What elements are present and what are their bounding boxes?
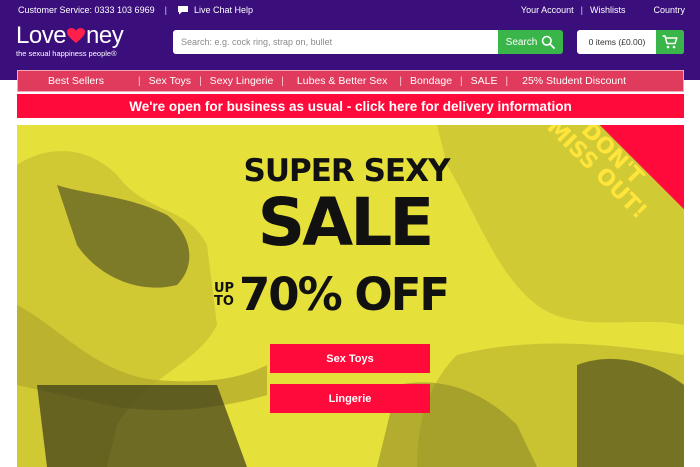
- shopping-cart-icon: [662, 35, 678, 49]
- utility-links-left: Customer Service: 0333 103 6969 | Live C…: [18, 5, 253, 15]
- divider: |: [505, 75, 509, 87]
- divider: |: [460, 75, 463, 87]
- wishlists-link[interactable]: Wishlists: [590, 5, 626, 15]
- upto-line-2: TO: [214, 293, 234, 309]
- live-chat-link[interactable]: Live Chat Help: [177, 5, 253, 15]
- divider: |: [281, 75, 284, 87]
- discount-amount: 70% OFF: [239, 268, 450, 321]
- discount-line: UP TO 70% OFF: [213, 268, 450, 321]
- category-nav: Best Sellers | Sex Toys | Sexy Lingerie …: [17, 70, 684, 92]
- search-bar: Search: [173, 30, 563, 54]
- upto-line-1: UP: [213, 280, 235, 296]
- sale-hero-banner[interactable]: SUPER SEXY SALE UP TO 70% OFF Sex Toys L…: [17, 125, 684, 467]
- nav-item-best-sellers[interactable]: Best Sellers: [48, 75, 104, 87]
- basket-button[interactable]: 0 items (£0.00): [577, 30, 684, 54]
- logo-word-left: Love: [16, 22, 67, 49]
- divider: |: [399, 75, 402, 87]
- nav-item-student-discount[interactable]: 25% Student Discount: [522, 75, 626, 87]
- logo-word-right: ney: [86, 22, 124, 49]
- heart-icon: [67, 28, 86, 43]
- basket-summary: 0 items (£0.00): [588, 37, 646, 47]
- logo-tagline: the sexual happiness people®: [16, 49, 117, 58]
- search-button[interactable]: Search: [498, 30, 563, 54]
- divider: |: [580, 5, 583, 15]
- lingerie-button[interactable]: Lingerie: [270, 384, 430, 413]
- divider: |: [199, 75, 202, 87]
- live-chat-label: Live Chat Help: [193, 5, 253, 15]
- nav-item-bondage[interactable]: Bondage: [410, 75, 452, 87]
- divider: |: [138, 75, 141, 87]
- your-account-link[interactable]: Your Account: [521, 5, 574, 15]
- nav-item-sex-toys[interactable]: Sex Toys: [149, 75, 191, 87]
- site-header: Customer Service: 0333 103 6969 | Live C…: [0, 0, 700, 80]
- country-selector[interactable]: Country: [653, 5, 685, 15]
- divider: |: [164, 5, 167, 15]
- lovehoney-logo[interactable]: Love ney the sexual happiness people®: [16, 22, 166, 59]
- chat-bubble-icon: [177, 6, 188, 15]
- nav-item-lubes[interactable]: Lubes & Better Sex: [297, 75, 387, 87]
- nav-item-sexy-lingerie[interactable]: Sexy Lingerie: [210, 75, 274, 87]
- hero-headline-sale: SALE: [257, 184, 435, 261]
- nav-item-sale[interactable]: SALE: [471, 75, 498, 87]
- sex-toys-button[interactable]: Sex Toys: [270, 344, 430, 373]
- utility-links-right: Your Account | Wishlists Country: [521, 5, 685, 15]
- upto-label: UP TO: [213, 282, 235, 308]
- delivery-notice-banner[interactable]: We're open for business as usual - click…: [17, 94, 684, 118]
- search-input[interactable]: [173, 30, 498, 54]
- customer-service-link[interactable]: Customer Service: 0333 103 6969: [18, 5, 155, 15]
- search-icon: [542, 35, 556, 49]
- cart-icon-box: [656, 30, 684, 54]
- search-button-label: Search: [505, 36, 538, 48]
